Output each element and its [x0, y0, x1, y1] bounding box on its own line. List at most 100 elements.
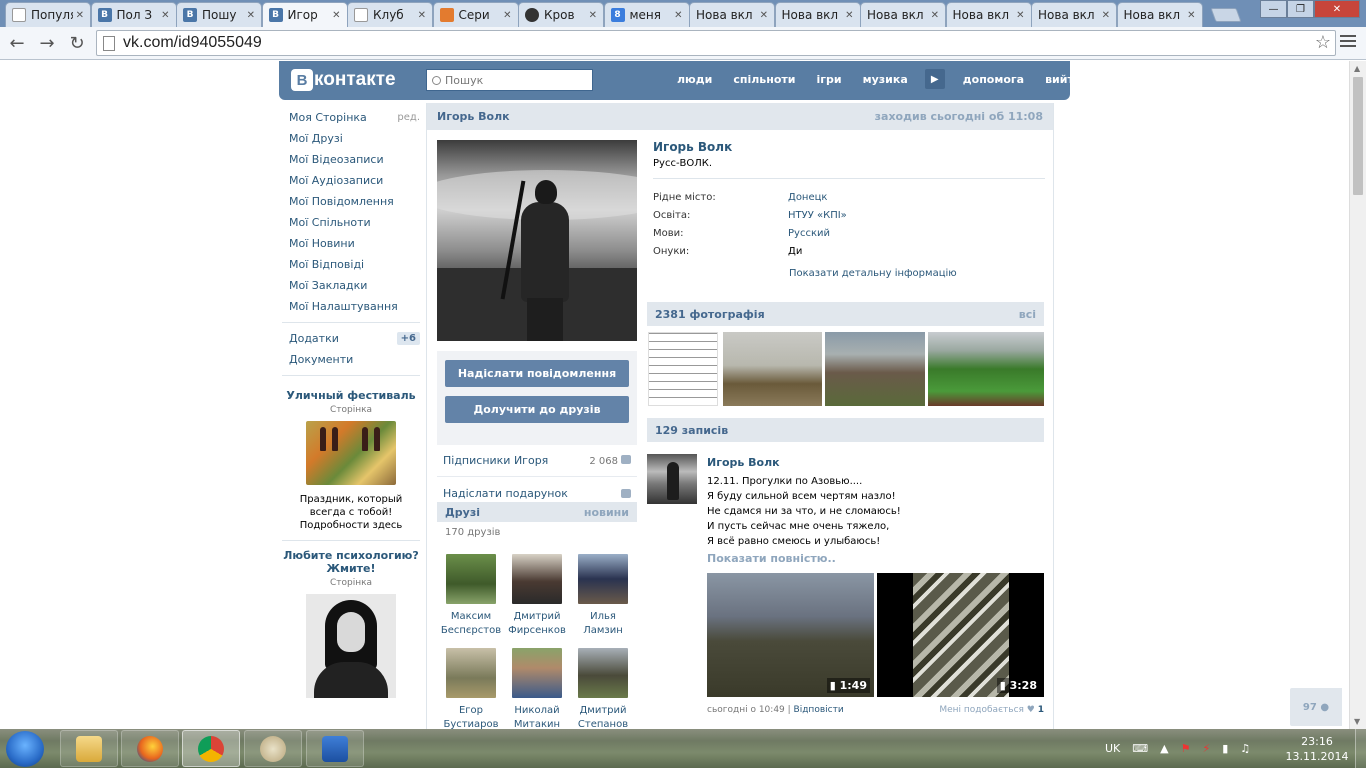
friends-title[interactable]: Друзі	[445, 506, 480, 519]
post-time[interactable]: сьогодні о 10:49	[707, 705, 785, 715]
friend-name[interactable]: Максим Беспєрстов	[440, 610, 502, 638]
photo-thumbnail[interactable]	[825, 332, 925, 406]
friend-card[interactable]: Егор Бустиаров	[440, 648, 502, 729]
scroll-down-icon[interactable]: ▼	[1354, 717, 1360, 726]
ad-image[interactable]	[306, 421, 396, 485]
scrollbar-thumb[interactable]	[1353, 77, 1363, 195]
photo-thumbnail[interactable]	[723, 332, 822, 406]
power-icon[interactable]: ⚡	[1203, 742, 1211, 755]
menu-apps[interactable]: Додатки +6	[282, 328, 420, 349]
ad-title[interactable]: Уличный фестиваль	[282, 389, 420, 402]
ad-image[interactable]	[306, 594, 396, 698]
close-tab-icon[interactable]: ✕	[332, 10, 340, 21]
ad-block-festival[interactable]: Уличный фестиваль Сторінка Праздник, кот…	[282, 381, 420, 541]
friend-name[interactable]: Егор Бустиаров	[440, 704, 502, 729]
scroll-up-icon[interactable]: ▲	[1354, 64, 1360, 73]
info-value-link[interactable]: НТУУ «КПІ»	[788, 210, 847, 221]
search-input[interactable]: Пошук	[426, 69, 593, 91]
volume-icon[interactable]: ♫	[1240, 742, 1250, 755]
browser-tab[interactable]: B Пошу ✕	[176, 2, 262, 27]
system-clock[interactable]: 23:16 13.11.2014	[1284, 734, 1350, 764]
close-tab-icon[interactable]: ✕	[418, 10, 426, 21]
menu-my-audio[interactable]: Мої Аудіозаписи	[282, 170, 420, 191]
close-tab-icon[interactable]: ✕	[760, 10, 768, 21]
send-message-button[interactable]: Надіслати повідомлення	[445, 360, 629, 387]
forward-arrow-icon[interactable]: →	[32, 28, 62, 58]
photos-header[interactable]: 2381 фотографія всі	[647, 302, 1044, 326]
browser-tab[interactable]: B Пол З ✕	[90, 2, 177, 27]
browser-tab[interactable]: Нова вкл ✕	[774, 2, 861, 27]
network-signal-icon[interactable]: ▮	[1222, 742, 1228, 755]
paint-taskbar-button[interactable]	[244, 730, 302, 767]
friend-card[interactable]: Дмитрий Степанов	[572, 648, 634, 729]
friend-photo[interactable]	[446, 648, 496, 698]
bookmark-star-icon[interactable]: ☆	[1315, 32, 1331, 53]
video-thumbnail[interactable]: ▮ 3:28	[877, 573, 1044, 697]
show-full-link[interactable]: Показати повністю..	[707, 552, 1044, 565]
flag-alert-icon[interactable]: ⚑	[1181, 742, 1191, 755]
back-arrow-icon[interactable]: ←	[2, 28, 32, 58]
ad-block-psychology[interactable]: Любите психологию? Жмите! Сторінка	[282, 541, 420, 706]
browser-tab[interactable]: Сери ✕	[432, 2, 519, 27]
browser-tab[interactable]: Нова вкл ✕	[945, 2, 1032, 27]
page-scrollbar[interactable]: ▲ ▼	[1349, 61, 1366, 729]
menu-my-page[interactable]: Моя Сторінка ред.	[282, 107, 420, 128]
vk-logo[interactable]: В контакте	[291, 69, 396, 91]
photo-thumbnail[interactable]	[928, 332, 1044, 406]
close-window-icon[interactable]: ✕	[1314, 0, 1360, 18]
add-friend-button[interactable]: Долучити до друзів	[445, 396, 629, 423]
close-tab-icon[interactable]: ✕	[1102, 10, 1110, 21]
firefox-taskbar-button[interactable]	[121, 730, 179, 767]
nav-communities[interactable]: спільноти	[733, 73, 795, 89]
play-icon[interactable]: ▶	[924, 69, 945, 89]
friend-name[interactable]: Дмитрий Фирсенков	[506, 610, 568, 638]
address-bar[interactable]: vk.com/id94055049 ☆	[96, 30, 1336, 56]
post-author-avatar[interactable]	[647, 454, 697, 504]
show-hidden-icons[interactable]: ▲	[1160, 742, 1168, 755]
nav-music[interactable]: музика	[863, 73, 908, 89]
explorer-taskbar-button[interactable]	[60, 730, 118, 767]
browser-tab[interactable]: Нова вкл ✕	[1031, 2, 1117, 27]
friend-photo[interactable]	[446, 554, 496, 604]
friend-name[interactable]: Николай Митакин	[506, 704, 568, 729]
photos-all-link[interactable]: всі	[1019, 308, 1036, 321]
chrome-taskbar-button[interactable]	[182, 730, 240, 767]
nav-people[interactable]: люди	[677, 73, 712, 89]
close-tab-icon[interactable]: ✕	[161, 10, 169, 21]
photo-thumbnail[interactable]	[648, 332, 718, 406]
friend-card[interactable]: Дмитрий Фирсенков	[506, 554, 568, 638]
close-tab-icon[interactable]: ✕	[1016, 10, 1024, 21]
close-tab-icon[interactable]: ✕	[589, 10, 597, 21]
friends-news-link[interactable]: новини	[584, 506, 629, 519]
word-taskbar-button[interactable]	[306, 730, 364, 767]
maximize-icon[interactable]: ❐	[1287, 0, 1314, 18]
close-tab-icon[interactable]: ✕	[76, 10, 84, 21]
info-value-link[interactable]: Русский	[788, 228, 830, 239]
photos-title[interactable]: 2381 фотографія	[655, 308, 765, 321]
menu-documents[interactable]: Документи	[282, 349, 420, 370]
online-friends-chip[interactable]: 97 ●	[1290, 688, 1342, 726]
menu-my-communities[interactable]: Мої Спільноти	[282, 212, 420, 233]
menu-my-friends[interactable]: Мої Друзі	[282, 128, 420, 149]
nav-help[interactable]: допомога	[963, 73, 1024, 89]
browser-tab[interactable]: Нова вкл ✕	[860, 2, 946, 27]
profile-photo[interactable]	[437, 140, 637, 341]
menu-my-news[interactable]: Мої Новини	[282, 233, 420, 254]
browser-tab[interactable]: Нова вкл ✕	[689, 2, 775, 27]
friend-photo[interactable]	[512, 648, 562, 698]
keyboard-icon[interactable]: ⌨	[1132, 742, 1148, 755]
friend-card[interactable]: Илья Ламзин	[572, 554, 634, 638]
browser-tab[interactable]: Кров ✕	[518, 2, 604, 27]
show-details-link[interactable]: Показати детальну інформацію	[789, 268, 1045, 279]
post-author[interactable]: Игорь Волк	[707, 456, 1044, 469]
menu-my-videos[interactable]: Мої Відеозаписи	[282, 149, 420, 170]
nav-games[interactable]: ігри	[817, 73, 842, 89]
new-tab-button[interactable]	[1210, 8, 1242, 22]
menu-my-replies[interactable]: Мої Відповіді	[282, 254, 420, 275]
friend-name[interactable]: Илья Ламзин	[572, 610, 634, 638]
close-tab-icon[interactable]: ✕	[845, 10, 853, 21]
friends-header[interactable]: Друзі новини	[437, 502, 637, 522]
friend-card[interactable]: Николай Митакин	[506, 648, 568, 729]
info-value-link[interactable]: Донецк	[788, 192, 827, 203]
address-url[interactable]: vk.com/id94055049	[123, 34, 262, 52]
